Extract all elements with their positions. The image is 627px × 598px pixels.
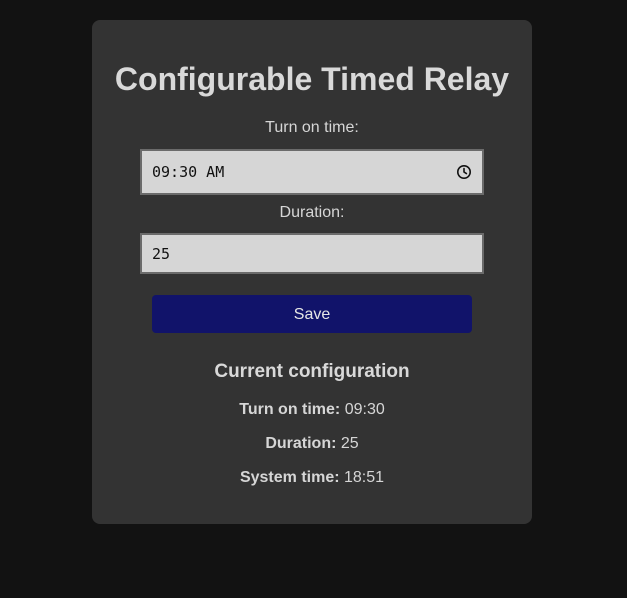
- current-duration: Duration: 25: [92, 435, 532, 453]
- current-turn-on-time-key: Turn on time:: [239, 401, 341, 418]
- duration-value: 25: [152, 244, 171, 263]
- system-time-value: 18:51: [344, 469, 385, 486]
- current-turn-on-time: Turn on time: 09:30: [92, 401, 532, 419]
- system-time-key: System time:: [239, 469, 340, 486]
- current-configuration-heading: Current configuration: [214, 361, 410, 382]
- current-turn-on-time-value: 09:30: [344, 401, 385, 418]
- clock-icon[interactable]: [456, 164, 472, 180]
- save-button[interactable]: Save: [152, 295, 472, 333]
- turn-on-time-label: Turn on time:: [265, 119, 359, 136]
- page-title: Configurable Timed Relay: [114, 61, 510, 97]
- current-system-time: System time: 18:51: [92, 469, 532, 487]
- current-duration-value: 25: [340, 435, 359, 452]
- current-duration-key: Duration:: [265, 435, 337, 452]
- duration-input[interactable]: 25: [140, 233, 484, 274]
- turn-on-time-input[interactable]: 09:30 AM: [140, 149, 484, 195]
- duration-label: Duration:: [279, 204, 345, 221]
- relay-config-card: Configurable Timed Relay Turn on time: 0…: [92, 20, 532, 524]
- turn-on-time-value: 09:30 AM: [152, 163, 225, 181]
